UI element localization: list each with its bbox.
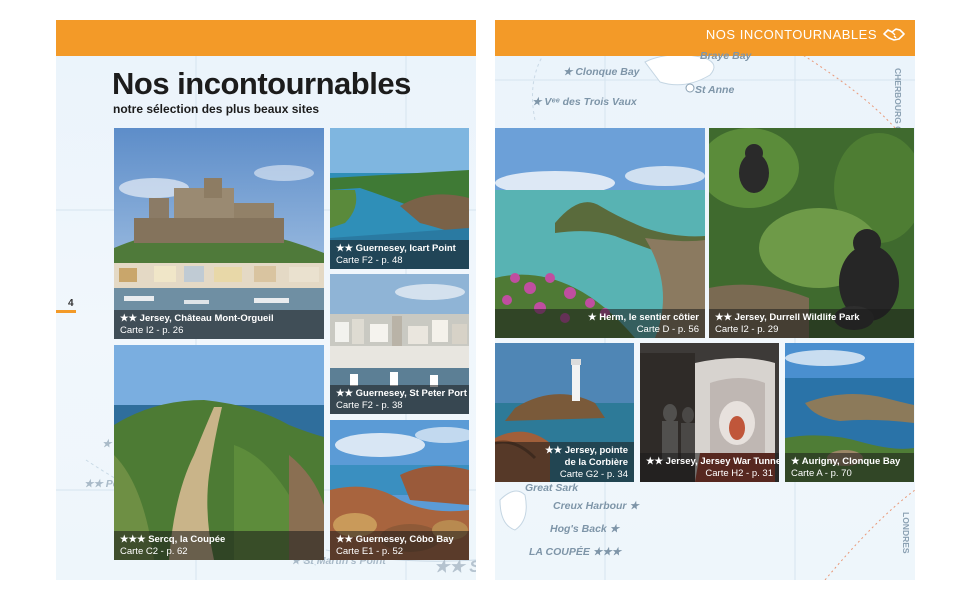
photo-icart-point[interactable]: ★★ Guernesey, Icart Point Carte F2 - p. … (330, 128, 469, 269)
page-number: 4 (68, 298, 74, 309)
caption-title-line2: de la Corbière (564, 457, 628, 468)
caption-title: ★ Herm, le sentier côtier (588, 312, 699, 323)
photo-caption: ★★ Jersey, pointe de la Corbière Carte G… (495, 442, 634, 482)
photo-caption: ★ Herm, le sentier côtier Carte D - p. 5… (495, 309, 705, 338)
handshake-icon (883, 28, 905, 41)
map-label-braye-bay: Braye Bay (700, 50, 752, 62)
caption-title: ★★ Guernesey, Côbo Bay (336, 534, 454, 545)
page-number-marker (56, 310, 76, 313)
top-color-bar (56, 20, 476, 56)
photo-caption: ★★ Guernesey, Côbo Bay Carte E1 - p. 52 (330, 531, 469, 560)
caption-title-line1: ★★ Jersey, pointe (545, 445, 628, 456)
map-label-la-coupee: LA COUPÉE ★★★ (529, 546, 622, 558)
caption-title: ★★ Guernesey, St Peter Port (336, 388, 467, 399)
caption-ref: Carte D - p. 56 (636, 324, 699, 335)
caption-title: ★★ Jersey, Durrell Wildlife Park (715, 312, 860, 323)
section-header: NOS INCONTOURNABLES (706, 26, 905, 42)
left-page: ★ ★★ Pe ★ St Martin's Point ★★ SARK Nos … (56, 20, 476, 580)
photo-caption: ★★ Jersey, Durrell Wildlife Park Carte I… (709, 309, 914, 338)
map-label-stars: ★ (102, 438, 112, 450)
map-label-trois-vaux: ★ Vᵉᵉ des Trois Vaux (532, 96, 637, 108)
gorilla-image (709, 128, 914, 338)
caption-ref: Carte G2 - p. 34 (559, 469, 628, 480)
photo-aurigny[interactable]: ★ Aurigny, Clonque Bay Carte A - p. 70 (785, 343, 914, 482)
section-header-label: NOS INCONTOURNABLES (705, 26, 877, 42)
photo-st-peter-port[interactable]: ★★ Guernesey, St Peter Port Carte F2 - p… (330, 274, 469, 414)
photo-mont-orgueil[interactable]: ★★ Jersey, Château Mont-Orgueil Carte I2… (114, 128, 324, 339)
castle-image (114, 128, 324, 339)
caption-ref: Carte F2 - p. 48 (336, 255, 403, 266)
caption-title: ★ Aurigny, Clonque Bay (791, 456, 901, 467)
page-subtitle: notre sélection des plus beaux sites (113, 102, 320, 116)
photo-corbiere[interactable]: ★★ Jersey, pointe de la Corbière Carte G… (495, 343, 634, 482)
photo-caption: ★★ Jersey, Jersey War Tunnels Carte H2 -… (640, 453, 779, 482)
caption-ref: Carte C2 - p. 62 (120, 546, 188, 557)
photo-durrell[interactable]: ★★ Jersey, Durrell Wildlife Park Carte I… (709, 128, 914, 338)
map-label-great-sark: Great Sark (525, 482, 579, 494)
map-label-clonque-bay: ★ Clonque Bay (563, 66, 640, 78)
caption-ref: Carte H2 - p. 31 (705, 468, 773, 479)
photo-cobo-bay[interactable]: ★★ Guernesey, Côbo Bay Carte E1 - p. 52 (330, 420, 469, 560)
caption-title: ★★ Jersey, Château Mont-Orgueil (120, 313, 274, 324)
map-label-st-anne: St Anne (695, 84, 735, 96)
map-label-creux-harbour: Creux Harbour ★ (553, 500, 639, 512)
right-page: NOS INCONTOURNABLES Braye Bay ★ Clonque … (495, 20, 915, 580)
photo-war-tunnels[interactable]: ★★ Jersey, Jersey War Tunnels Carte H2 -… (640, 343, 779, 482)
photo-caption: ★ Aurigny, Clonque Bay Carte A - p. 70 (785, 453, 914, 482)
page-title: Nos incontournables (112, 66, 411, 101)
caption-ref: Carte I2 - p. 26 (120, 325, 184, 336)
photo-caption: ★★ Jersey, Château Mont-Orgueil Carte I2… (114, 310, 324, 339)
caption-title: ★★ Jersey, Jersey War Tunnels (646, 456, 779, 467)
map-label-hogs-back: Hog's Back ★ (550, 523, 620, 535)
map-label-sark: ★★ SARK (434, 557, 476, 576)
caption-ref: Carte A - p. 70 (791, 468, 852, 479)
photo-caption: ★★★ Sercq, la Coupée Carte C2 - p. 62 (114, 531, 324, 560)
caption-title: ★★★ Sercq, la Coupée (120, 534, 226, 545)
photo-caption: ★★ Guernesey, Icart Point Carte F2 - p. … (330, 240, 469, 269)
caption-ref: Carte F2 - p. 38 (336, 400, 403, 411)
photo-herm[interactable]: ★ Herm, le sentier côtier Carte D - p. 5… (495, 128, 705, 338)
caption-title: ★★ Guernesey, Icart Point (336, 243, 456, 254)
caption-ref: Carte I2 - p. 29 (715, 324, 779, 335)
map-label-londres: LONDRES (901, 512, 911, 554)
photo-la-coupee[interactable]: ★★★ Sercq, la Coupée Carte C2 - p. 62 (114, 345, 324, 560)
photo-caption: ★★ Guernesey, St Peter Port Carte F2 - p… (330, 385, 469, 414)
coastal-path-image (114, 345, 324, 560)
caption-ref: Carte E1 - p. 52 (336, 546, 404, 557)
herm-coast-image (495, 128, 705, 338)
